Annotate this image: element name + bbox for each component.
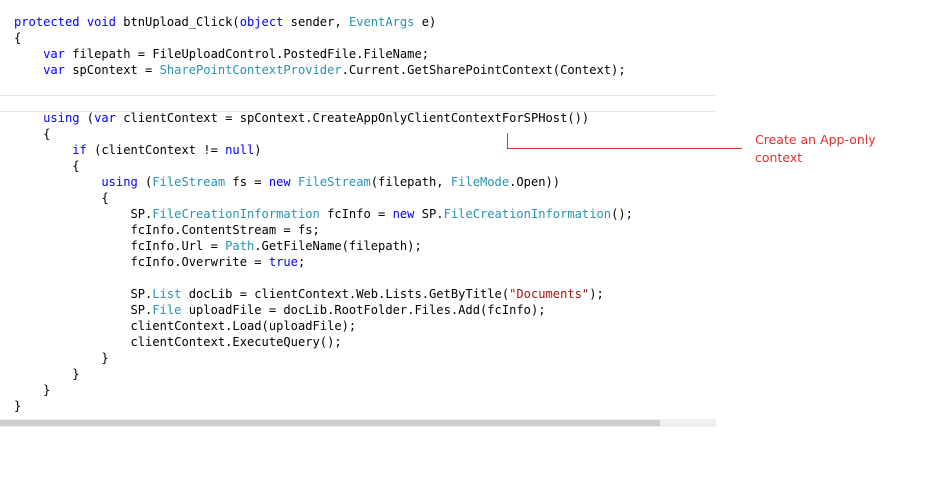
code-line-spcontext: var spContext = SharePointContextProvide… (43, 63, 626, 77)
code-line-brace: } (101, 351, 109, 365)
code-line-executequery: clientContext.ExecuteQuery(); (130, 335, 342, 349)
code-line-fcinfo-decl: SP.FileCreationInformation fcInfo = new … (130, 207, 633, 221)
code-line-brace: { (43, 127, 51, 141)
code-line-brace: { (14, 31, 22, 45)
code-line-uploadfile: SP.File uploadFile = docLib.RootFolder.F… (130, 303, 546, 317)
code-line-contentstream: fcInfo.ContentStream = fs; (130, 223, 320, 237)
code-line-brace: { (101, 191, 109, 205)
code-line-brace: { (72, 159, 80, 173)
code-line-brace: } (72, 367, 80, 381)
annotation-label: Create an App-only context (755, 132, 876, 165)
annotation-pointer-vertical (507, 133, 508, 149)
code-line-brace: } (43, 383, 51, 397)
code-line-method-signature: protected void btnUpload_Click(object se… (14, 15, 437, 29)
code-line-brace: } (14, 399, 22, 413)
code-line-overwrite: fcInfo.Overwrite = true; (130, 255, 306, 269)
section-divider-top (0, 95, 716, 96)
code-line-if: if (clientContext != null) (72, 143, 262, 157)
code-line-filepath: var filepath = FileUploadControl.PostedF… (43, 47, 430, 61)
code-line-load: clientContext.Load(uploadFile); (130, 319, 357, 333)
code-line-doclib: SP.List docLib = clientContext.Web.Lists… (130, 287, 604, 301)
code-line-using-clientcontext: using (var clientContext = spContext.Cre… (43, 111, 590, 125)
code-line-using-filestream: using (FileStream fs = new FileStream(fi… (101, 175, 561, 189)
annotation-pointer-horizontal (507, 148, 742, 149)
horizontal-scrollbar-thumb[interactable] (0, 420, 660, 426)
code-line-url: fcInfo.Url = Path.GetFileName(filepath); (130, 239, 422, 253)
